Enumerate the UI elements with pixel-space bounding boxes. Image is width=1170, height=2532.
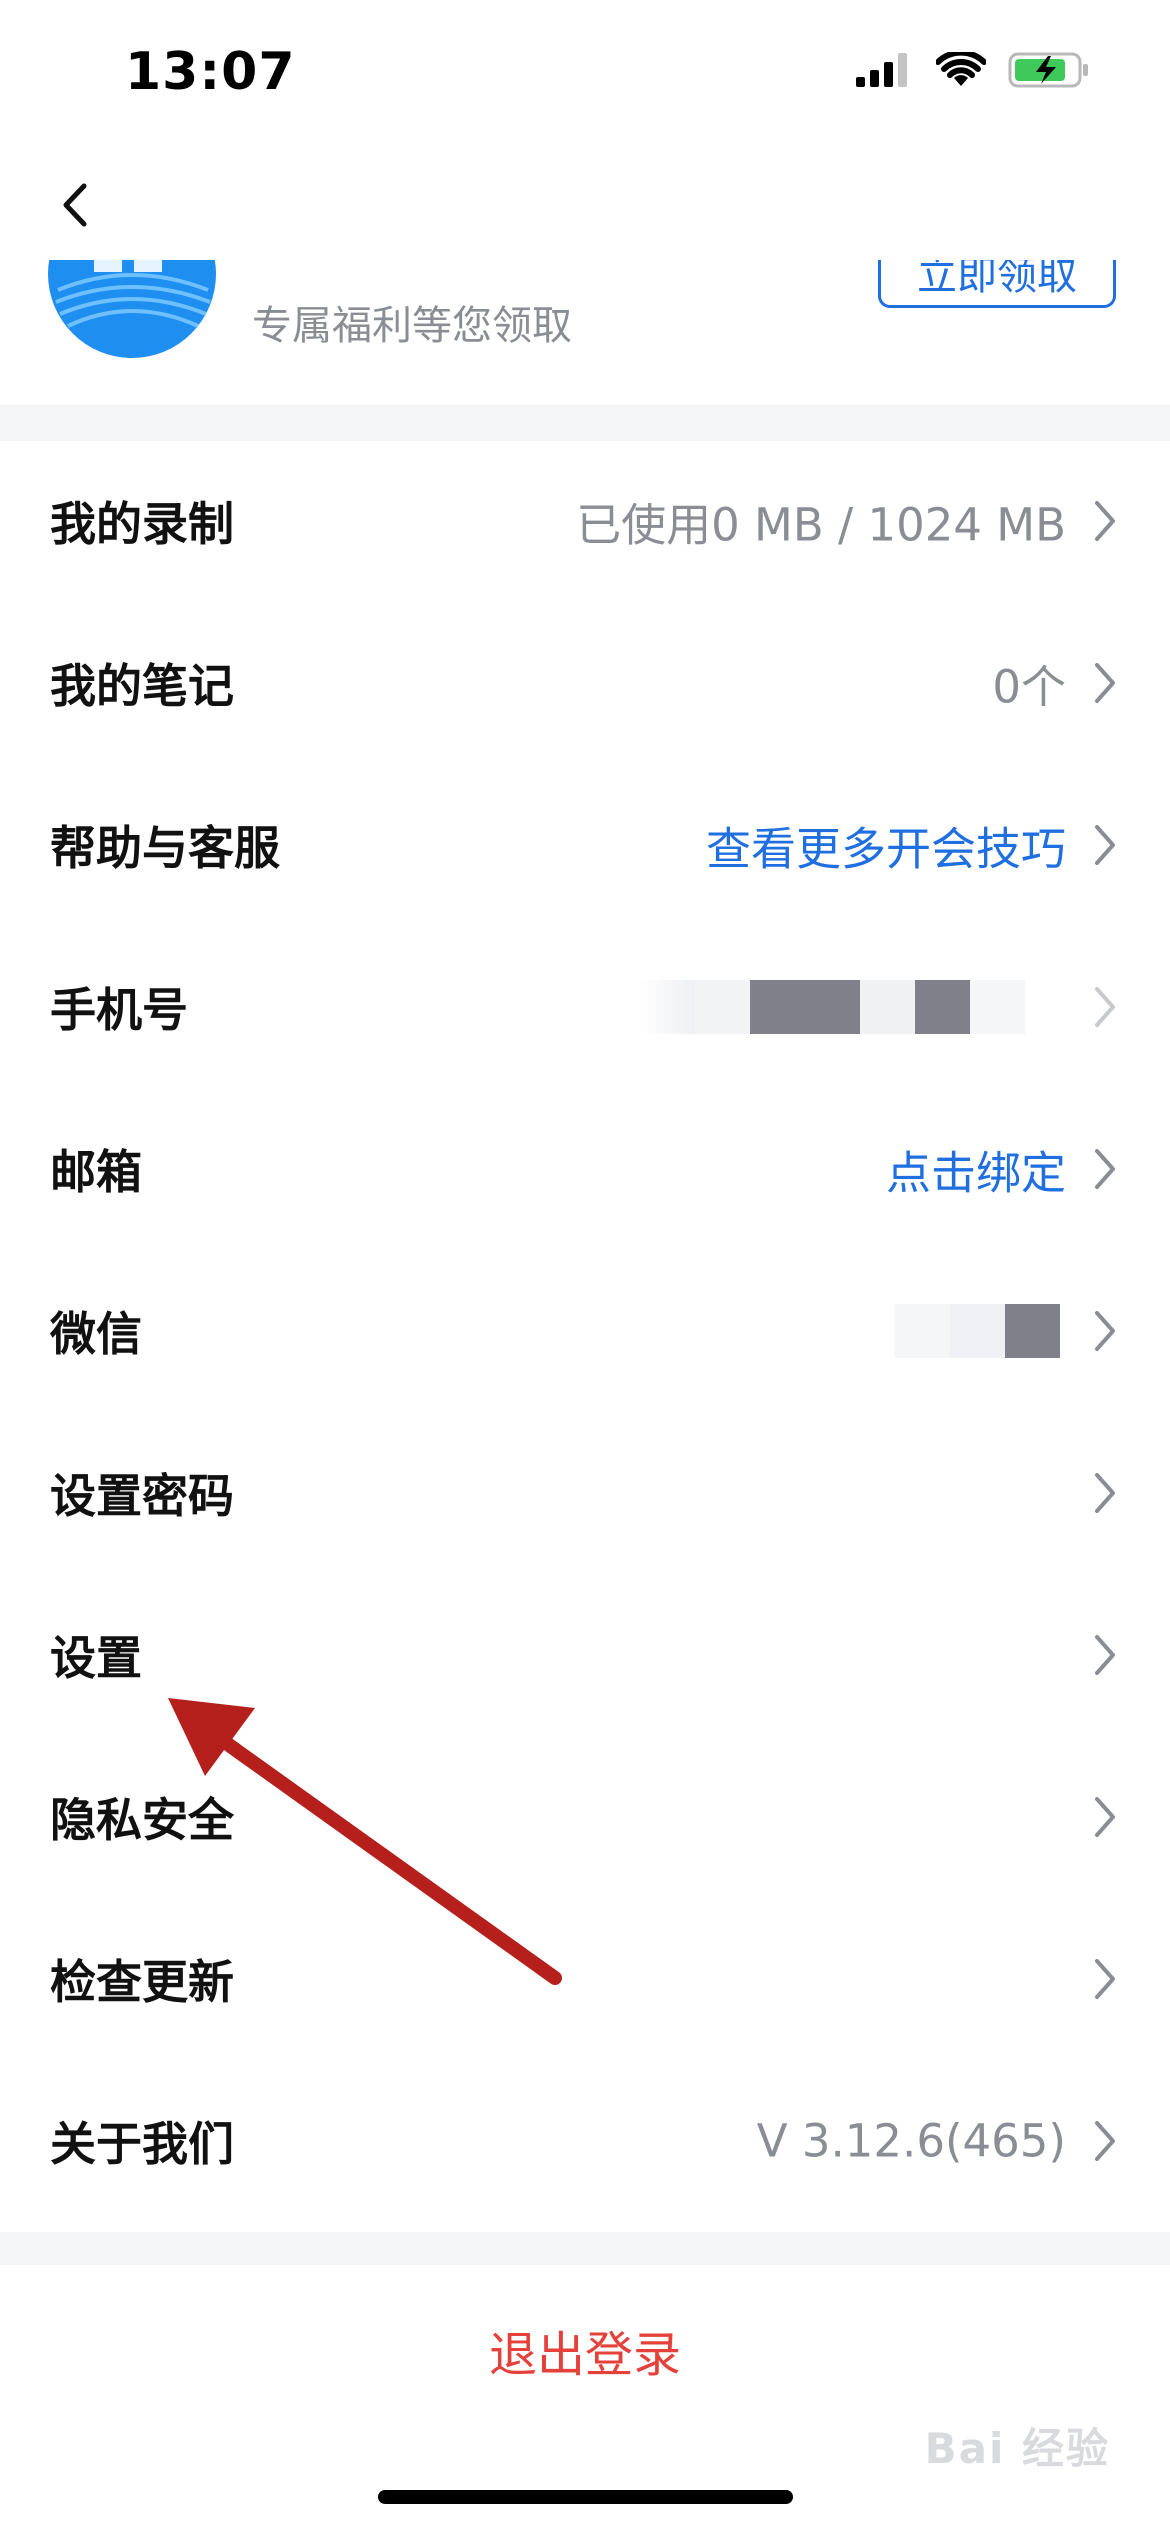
- chevron-right-icon: [1095, 1311, 1115, 1351]
- menu-item-help-support[interactable]: 帮助与客服 查看更多开会技巧: [0, 764, 1170, 926]
- menu-item-label: 帮助与客服: [50, 821, 280, 875]
- menu-item-label: 设置密码: [50, 1469, 234, 1523]
- chevron-right-icon: [1095, 825, 1115, 865]
- claim-now-button[interactable]: 立即领取: [878, 260, 1116, 308]
- menu-item-label: 我的笔记: [50, 659, 234, 713]
- menu-item-label: 我的录制: [50, 497, 234, 551]
- menu-item-label: 邮箱: [50, 1145, 142, 1199]
- section-divider: [0, 2232, 1170, 2265]
- chevron-right-icon: [1095, 1959, 1115, 1999]
- menu-item-my-recordings[interactable]: 我的录制 已使用0 MB / 1024 MB: [0, 440, 1170, 602]
- logout-button[interactable]: 退出登录: [0, 2265, 1170, 2435]
- chevron-right-icon: [1095, 1635, 1115, 1675]
- redacted-phone-number: [640, 980, 1025, 1034]
- home-indicator: [378, 2490, 793, 2504]
- redacted-wechat-name: [895, 1304, 1060, 1358]
- menu-item-about-us[interactable]: 关于我们 V 3.12.6(465): [0, 2060, 1170, 2222]
- storage-usage-value: 已使用0 MB / 1024 MB: [576, 498, 1066, 552]
- menu-item-settings[interactable]: 设置: [0, 1574, 1170, 1736]
- chevron-right-icon: [1095, 2121, 1115, 2161]
- membership-badge-icon: [48, 260, 216, 358]
- menu-item-wechat[interactable]: 微信: [0, 1250, 1170, 1412]
- menu-item-label: 检查更新: [50, 1955, 234, 2009]
- chevron-right-icon: [1095, 663, 1115, 703]
- menu-item-label: 微信: [50, 1307, 142, 1361]
- section-divider: [0, 405, 1170, 441]
- promo-subtitle: 专属福利等您领取: [252, 303, 572, 349]
- promo-banner: 专属福利等您领取 立即领取: [0, 260, 1170, 405]
- logout-label: 退出登录: [488, 2327, 681, 2383]
- status-time: 13:07: [125, 42, 296, 102]
- menu-item-label: 设置: [50, 1631, 142, 1685]
- bind-email-link[interactable]: 点击绑定: [886, 1137, 1066, 1202]
- menu-item-label: 隐私安全: [50, 1793, 234, 1847]
- app-version-value: V 3.12.6(465): [756, 2114, 1066, 2168]
- menu-item-phone[interactable]: 手机号: [0, 926, 1170, 1088]
- more-tips-link[interactable]: 查看更多开会技巧: [706, 813, 1066, 878]
- wifi-icon: [936, 52, 986, 86]
- cellular-signal-icon: [856, 53, 907, 87]
- baidu-jingyan-watermark: Bai 经验: [924, 2424, 1110, 2473]
- chevron-right-icon: [1095, 1149, 1115, 1189]
- account-menu-list: 我的录制 已使用0 MB / 1024 MB 我的笔记 0个 帮助与客服 查看更…: [0, 440, 1170, 2222]
- back-button[interactable]: [40, 170, 110, 240]
- notes-count-value: 0个: [992, 660, 1066, 714]
- chevron-right-icon: [1095, 1473, 1115, 1513]
- battery-charging-icon: [1008, 52, 1088, 88]
- menu-item-label: 手机号: [50, 983, 188, 1037]
- menu-item-privacy-security[interactable]: 隐私安全: [0, 1736, 1170, 1898]
- menu-item-email[interactable]: 邮箱 点击绑定: [0, 1088, 1170, 1250]
- menu-item-set-password[interactable]: 设置密码: [0, 1412, 1170, 1574]
- menu-item-my-notes[interactable]: 我的笔记 0个: [0, 602, 1170, 764]
- chevron-right-icon: [1095, 501, 1115, 541]
- chevron-right-icon: [1095, 1797, 1115, 1837]
- chevron-right-icon: [1095, 987, 1115, 1027]
- status-icons: [856, 50, 1090, 90]
- status-bar: 13:07: [0, 0, 1170, 150]
- menu-item-check-update[interactable]: 检查更新: [0, 1898, 1170, 2060]
- menu-item-label: 关于我们: [50, 2117, 234, 2171]
- chevron-left-icon: [63, 183, 87, 227]
